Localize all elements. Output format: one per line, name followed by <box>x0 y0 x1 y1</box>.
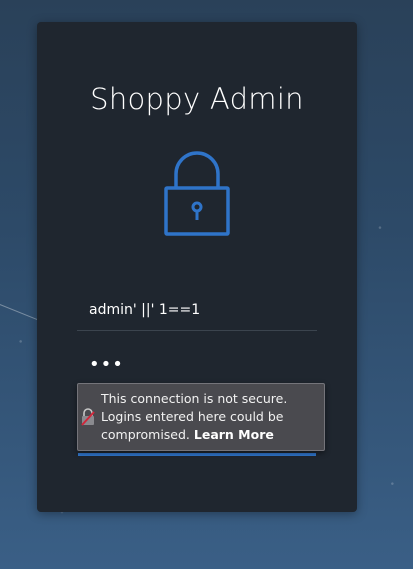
password-focus-underline <box>78 453 316 456</box>
username-value: admin' ||' 1==1 <box>89 302 201 318</box>
insecure-connection-tooltip: This connection is not secure. Logins en… <box>77 383 325 451</box>
password-field[interactable]: ••• <box>77 348 317 386</box>
lock-icon <box>161 150 233 240</box>
tooltip-line-3: compromised. <box>101 427 190 442</box>
learn-more-link[interactable]: Learn More <box>194 427 274 442</box>
tooltip-line-1: This connection is not secure. <box>101 391 288 406</box>
password-value: ••• <box>89 354 124 375</box>
insecure-lock-icon <box>81 408 95 426</box>
page-title: Shoppy Admin <box>90 82 304 116</box>
tooltip-message: This connection is not secure. Logins en… <box>101 390 321 444</box>
tooltip-line-2: Logins entered here could be <box>101 409 284 424</box>
username-field[interactable]: admin' ||' 1==1 <box>77 294 317 331</box>
